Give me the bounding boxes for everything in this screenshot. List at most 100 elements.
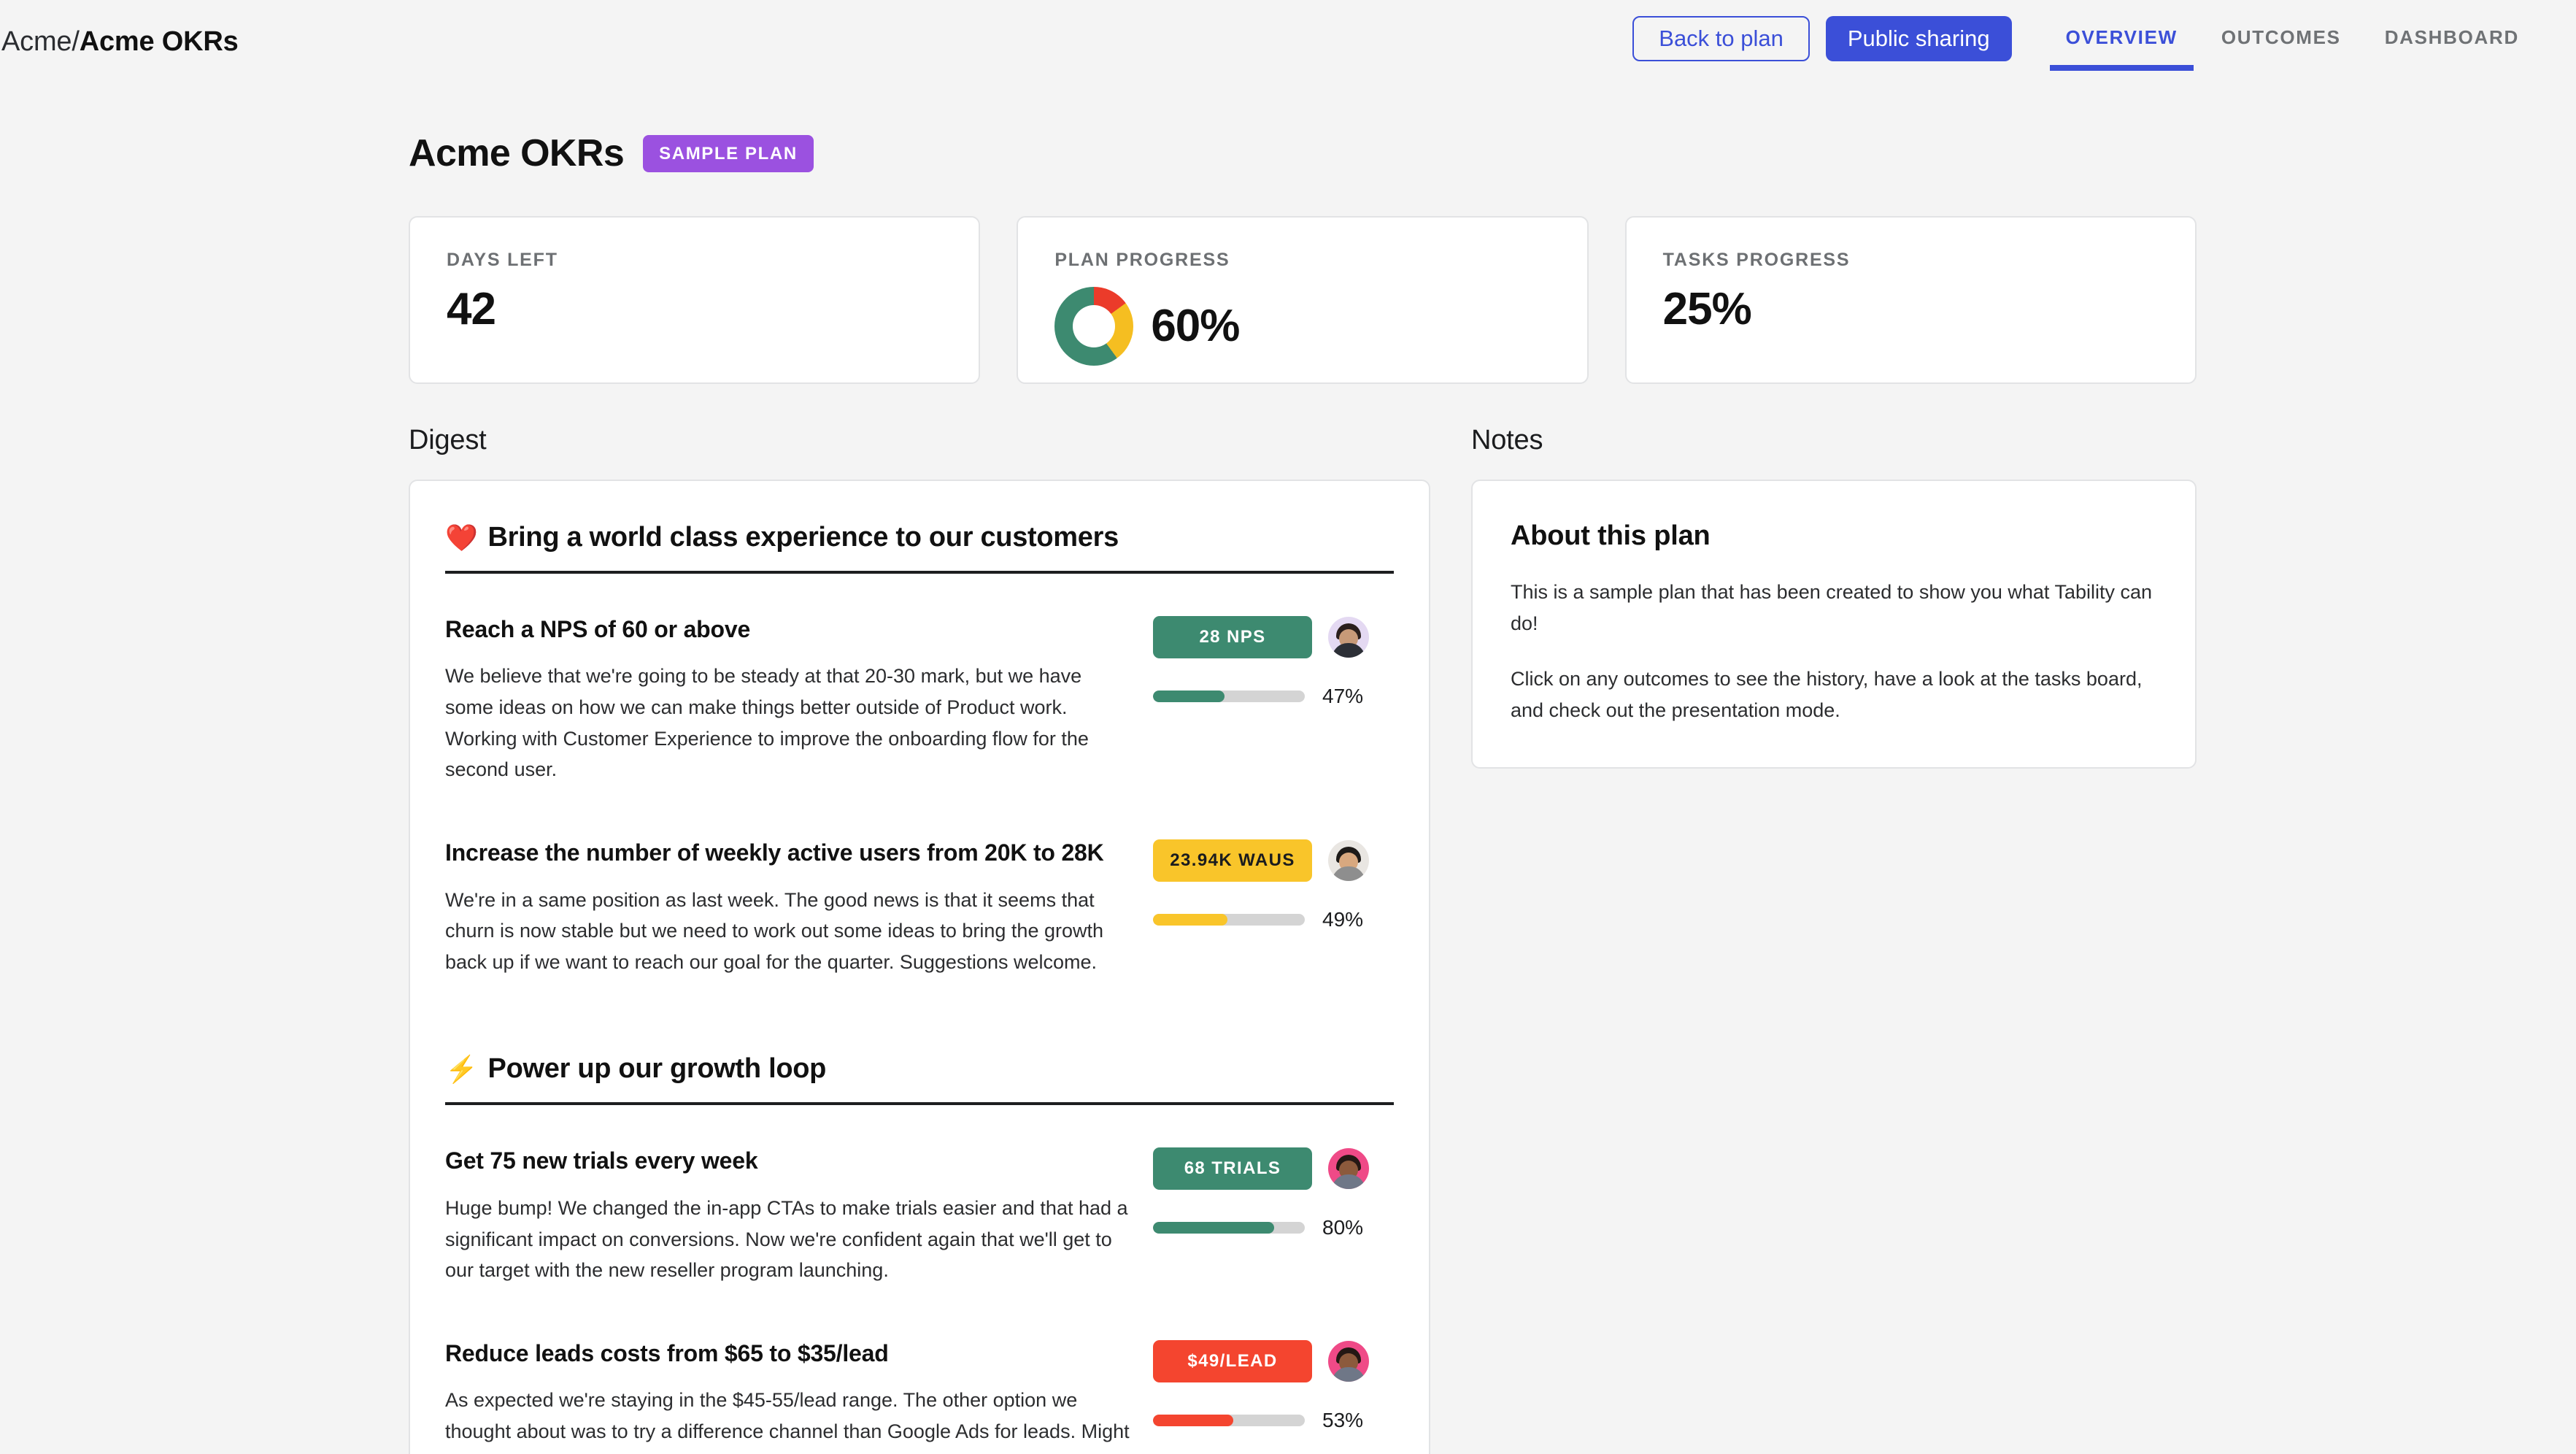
digest-card: ❤️ Bring a world class experience to our … (409, 480, 1430, 1454)
tab-overview[interactable]: OVERVIEW (2044, 16, 2199, 49)
progress-bar-fill (1153, 1415, 1233, 1426)
progress-bar (1153, 691, 1305, 702)
avatar[interactable] (1328, 840, 1369, 881)
stat-label: DAYS LEFT (447, 250, 942, 271)
outcome-value-badge[interactable]: $49/LEAD (1153, 1340, 1312, 1382)
notes-card-title: About this plan (1511, 520, 2157, 552)
outcome-main: Reduce leads costs from $65 to $35/leadA… (445, 1337, 1131, 1454)
outcome-row[interactable]: Get 75 new trials every week Huge bump! W… (445, 1115, 1394, 1307)
stat-body: 25% (1663, 287, 2159, 332)
avatar-body (1332, 1367, 1365, 1382)
outcome-value-badge[interactable]: 68 TRIALS (1153, 1147, 1312, 1190)
outcome-value-row: 68 TRIALS (1153, 1147, 1379, 1190)
page-title-row: Acme OKRs SAMPLE PLAN (409, 131, 2576, 175)
stat-label: TASKS PROGRESS (1663, 250, 2159, 271)
outcome-value-badge[interactable]: 28 NPS (1153, 616, 1312, 658)
stat-body: 42 (447, 287, 942, 332)
page-content: Acme OKRs SAMPLE PLAN DAYS LEFT 42 PLAN … (0, 131, 2576, 1454)
outcome-side: 23.94K WAUS 49% (1153, 836, 1379, 931)
stat-cards: DAYS LEFT 42 PLAN PROGRESS 60% TASKS PRO… (409, 216, 2197, 384)
stat-body: 60% (1054, 287, 1550, 366)
progress-percent: 80% (1322, 1216, 1363, 1239)
outcome-row[interactable]: Reach a NPS of 60 or above We believe tha… (445, 584, 1394, 807)
content-columns: Digest ❤️ Bring a world class experience … (409, 425, 2197, 1454)
outcome-checkin-text: We're in a same position as last week. T… (445, 885, 1131, 978)
top-bar: Acme/Acme OKRs Back to plan Public shari… (0, 0, 2576, 93)
stat-label: PLAN PROGRESS (1054, 250, 1550, 271)
top-bar-actions: Back to plan Public sharing OVERVIEW OUT… (1632, 16, 2541, 79)
progress-percent: 49% (1322, 908, 1363, 931)
objective-divider (445, 1102, 1394, 1105)
outcome-value-badge[interactable]: 23.94K WAUS (1153, 839, 1312, 882)
outcome-side: 68 TRIALS 80% (1153, 1145, 1379, 1239)
back-to-plan-button[interactable]: Back to plan (1632, 16, 1810, 61)
progress-bar (1153, 1222, 1305, 1234)
notes-heading: Notes (1471, 425, 2197, 456)
outcome-value-row: 28 NPS (1153, 616, 1379, 658)
digest-heading: Digest (409, 425, 1430, 456)
heart-icon: ❤️ (445, 525, 478, 551)
progress-bar (1153, 914, 1305, 926)
progress-bar-fill (1153, 914, 1227, 926)
outcome-progress-row: 80% (1153, 1216, 1379, 1239)
outcome-progress-row: 53% (1153, 1409, 1379, 1432)
outcome-progress-row: 49% (1153, 908, 1379, 931)
outcome-title[interactable]: Get 75 new trials every week (445, 1145, 1131, 1177)
notes-paragraph-2: Click on any outcomes to see the history… (1511, 663, 2157, 726)
public-sharing-button[interactable]: Public sharing (1826, 16, 2012, 61)
outcome-title[interactable]: Increase the number of weekly active use… (445, 836, 1131, 869)
outcome-checkin-text: We believe that we're going to be steady… (445, 661, 1131, 785)
outcome-row[interactable]: Reduce leads costs from $65 to $35/leadA… (445, 1308, 1394, 1454)
outcome-main: Increase the number of weekly active use… (445, 836, 1131, 977)
nav-tabs: OVERVIEW OUTCOMES DASHBOARD (2044, 16, 2541, 79)
outcome-value-row: 23.94K WAUS (1153, 839, 1379, 882)
sample-plan-badge: SAMPLE PLAN (643, 135, 814, 172)
donut-hole (1054, 287, 1133, 366)
objective-divider (445, 571, 1394, 574)
breadcrumb: Acme/Acme OKRs (1, 26, 239, 58)
notes-card: About this plan This is a sample plan th… (1471, 480, 2197, 769)
progress-percent: 47% (1322, 685, 1363, 708)
progress-percent: 53% (1322, 1409, 1363, 1432)
outcome-checkin-text: Huge bump! We changed the in-app CTAs to… (445, 1193, 1131, 1286)
objective-title-row[interactable]: ⚡ Power up our growth loop (445, 1053, 1394, 1102)
avatar-body (1332, 866, 1365, 881)
avatar[interactable] (1328, 1148, 1369, 1189)
objective-block: ❤️ Bring a world class experience to our … (445, 522, 1394, 999)
breadcrumb-org[interactable]: Acme (1, 26, 72, 57)
stat-value: 42 (447, 287, 495, 332)
stat-card-days-left: DAYS LEFT 42 (409, 216, 980, 384)
outcome-value-row: $49/LEAD (1153, 1340, 1379, 1382)
outcome-main: Reach a NPS of 60 or above We believe tha… (445, 613, 1131, 785)
progress-bar-fill (1153, 1222, 1274, 1234)
avatar-body (1332, 643, 1365, 658)
plan-progress-donut-chart (1054, 287, 1133, 366)
objective-title: Power up our growth loop (488, 1053, 827, 1085)
notes-column: Notes About this plan This is a sample p… (1471, 425, 2197, 1454)
notes-paragraph-1: This is a sample plan that has been crea… (1511, 577, 2157, 639)
objective-block: ⚡ Power up our growth loop Get 75 new tria… (445, 1053, 1394, 1454)
breadcrumb-plan[interactable]: Acme OKRs (80, 26, 239, 57)
avatar[interactable] (1328, 617, 1369, 658)
progress-bar-fill (1153, 691, 1225, 702)
tab-outcomes[interactable]: OUTCOMES (2199, 16, 2363, 49)
outcome-main: Get 75 new trials every week Huge bump! W… (445, 1145, 1131, 1285)
tab-dashboard[interactable]: DASHBOARD (2363, 16, 2541, 49)
outcome-title[interactable]: Reach a NPS of 60 or above (445, 613, 1131, 646)
outcome-side: 28 NPS 47% (1153, 613, 1379, 708)
outcome-title[interactable]: Reduce leads costs from $65 to $35/lead (445, 1337, 1131, 1370)
stat-value: 25% (1663, 287, 1751, 332)
stat-card-plan-progress: PLAN PROGRESS 60% (1017, 216, 1588, 384)
stat-value: 60% (1151, 304, 1239, 349)
stat-card-tasks-progress: TASKS PROGRESS 25% (1625, 216, 2197, 384)
objective-title: Bring a world class experience to our cu… (488, 522, 1119, 553)
avatar[interactable] (1328, 1341, 1369, 1382)
breadcrumb-separator: / (72, 26, 79, 57)
outcome-side: $49/LEAD 53% (1153, 1337, 1379, 1432)
outcome-progress-row: 47% (1153, 685, 1379, 708)
avatar-body (1332, 1174, 1365, 1189)
lightning-icon: ⚡ (445, 1056, 478, 1082)
progress-bar (1153, 1415, 1305, 1426)
objective-title-row[interactable]: ❤️ Bring a world class experience to our … (445, 522, 1394, 571)
outcome-row[interactable]: Increase the number of weekly active use… (445, 807, 1394, 999)
